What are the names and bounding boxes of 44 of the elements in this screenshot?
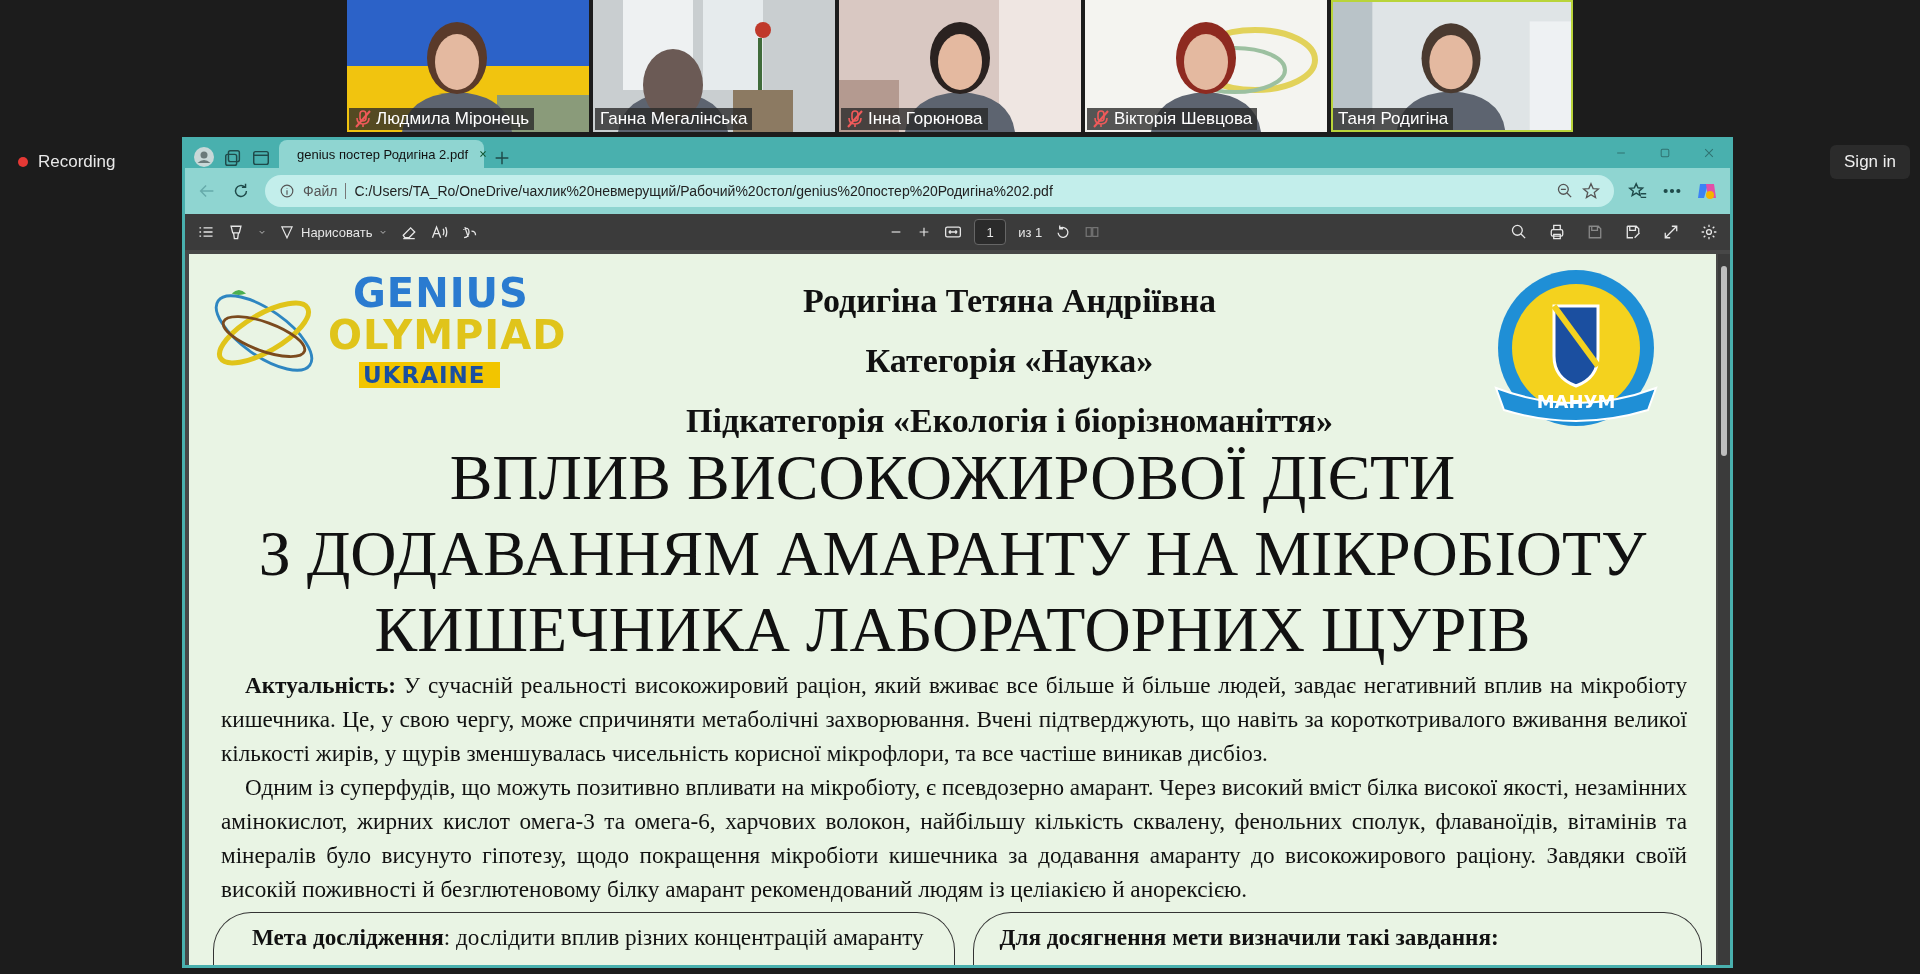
body-paragraph: Одним із суперфудів, що можуть позитивно впливати на мікробіоту, є псевдозерно амарант. Через високий вміст білка високої якості, незамінних амінокислот, жирних кислот омега-3 та омега-6, харчових волокон, найбільшу кількість сквалену, фенольних сполук, флаваноїдів, вітамінів та мінералів було висунуто гіпотезу, щодо покращення мікробіоти кишечника за додавання амаранту до високожирового раціону. Завдяки своїй високій поживності й безглютеновому білку амарант рекомендований людям із целіакією й анорексією. <box>221 773 1687 904</box>
print-icon[interactable] <box>1548 223 1566 241</box>
body-paragraph: Актуальність: У сучасній реальності високожировий раціон, який вживає все більше й більше людей, завдає негативний вплив на мікробіоту кишечника. Це, у свою чергу, може спричиняти метаболічні захворювання. Вчені підтверджують, що навіть за короткотривалого вживання великої кількості жирів, у щурів зменшувалась чисельність корисної мікрофлори, та все частіше виникав дисбіоз. <box>221 671 1687 768</box>
profile-icon[interactable] <box>193 146 215 168</box>
draw-button[interactable]: Нарисовать <box>279 224 389 240</box>
browser-tab[interactable]: genius постер Родигіна 2.pdf <box>279 140 484 168</box>
save-icon[interactable] <box>1586 223 1604 241</box>
settings-icon[interactable] <box>1700 223 1718 241</box>
tasks-heading: Для досягнення мети визначили такі завдання: <box>999 923 1500 952</box>
author-name: Родигіна Тетяна Андріївна <box>803 282 1216 320</box>
poster-title-line: ВПЛИВ ВИСОКОЖИРОВОЇ ДІЄТИ <box>449 442 1456 513</box>
scrollbar[interactable] <box>1718 254 1730 965</box>
page-count: из 1 <box>1018 224 1043 240</box>
url-text: C:/Users/TA_Ro/OneDrive/чахлик%20невмерущий/Рабочий%20стол/genius%20постер%20Родигіна%202.pdf <box>354 183 1053 199</box>
save-as-icon[interactable] <box>1624 223 1642 241</box>
logo-word: UKRAINE <box>359 362 500 388</box>
participant-name: Ганна Мегалінська <box>600 109 748 129</box>
subcategory-label: Підкатегорія «Екологія і біорізноманіття» <box>686 402 1333 440</box>
participant-name: Людмила Міронець <box>376 109 530 129</box>
page-number-field[interactable]: 1 <box>974 219 1007 245</box>
participant-name: Вікторія Шевцова <box>1114 109 1253 129</box>
zoom-out-icon[interactable] <box>1556 182 1574 200</box>
tab-actions-icon[interactable] <box>251 148 271 168</box>
recording-label: Recording <box>38 152 116 172</box>
poster-title-line: З ДОДАВАННЯМ АМАРАНТУ НА МІКРОБІОТУ <box>258 518 1647 589</box>
star-icon[interactable] <box>1582 182 1600 200</box>
poster-title-line: КИШЕЧНИКА ЛАБОРАТОРНИХ ЩУРІВ <box>374 594 1531 665</box>
participant-name: Таня Родигіна <box>1338 109 1449 129</box>
category-label: Категорія «Наука» <box>865 342 1154 380</box>
info-icon <box>279 183 295 199</box>
read-aloud-icon[interactable] <box>430 223 449 241</box>
workspaces-icon[interactable] <box>223 148 243 168</box>
sign-in-button[interactable]: Sign in <box>1830 145 1910 179</box>
participant-name: Інна Горюнова <box>868 109 983 129</box>
fullscreen-icon[interactable] <box>1662 223 1680 241</box>
recording-icon <box>18 157 28 167</box>
highlighter-icon[interactable] <box>227 223 245 241</box>
favorites-icon[interactable] <box>1628 181 1648 201</box>
aim-text: Мета дослідження: дослідити вплив різних концентрацій амаранту <box>252 924 924 950</box>
address-bar[interactable]: Файл C:/Users/TA_Ro/OneDrive/чахлик%20невмерущий/Рабочий%20стол/genius%20постер%20Родигіна%202.pdf <box>265 175 1614 207</box>
scheme-label: Файл <box>303 183 338 199</box>
pen-icon <box>279 224 295 240</box>
fit-page-icon[interactable] <box>944 223 963 241</box>
search-icon[interactable] <box>1510 223 1528 241</box>
